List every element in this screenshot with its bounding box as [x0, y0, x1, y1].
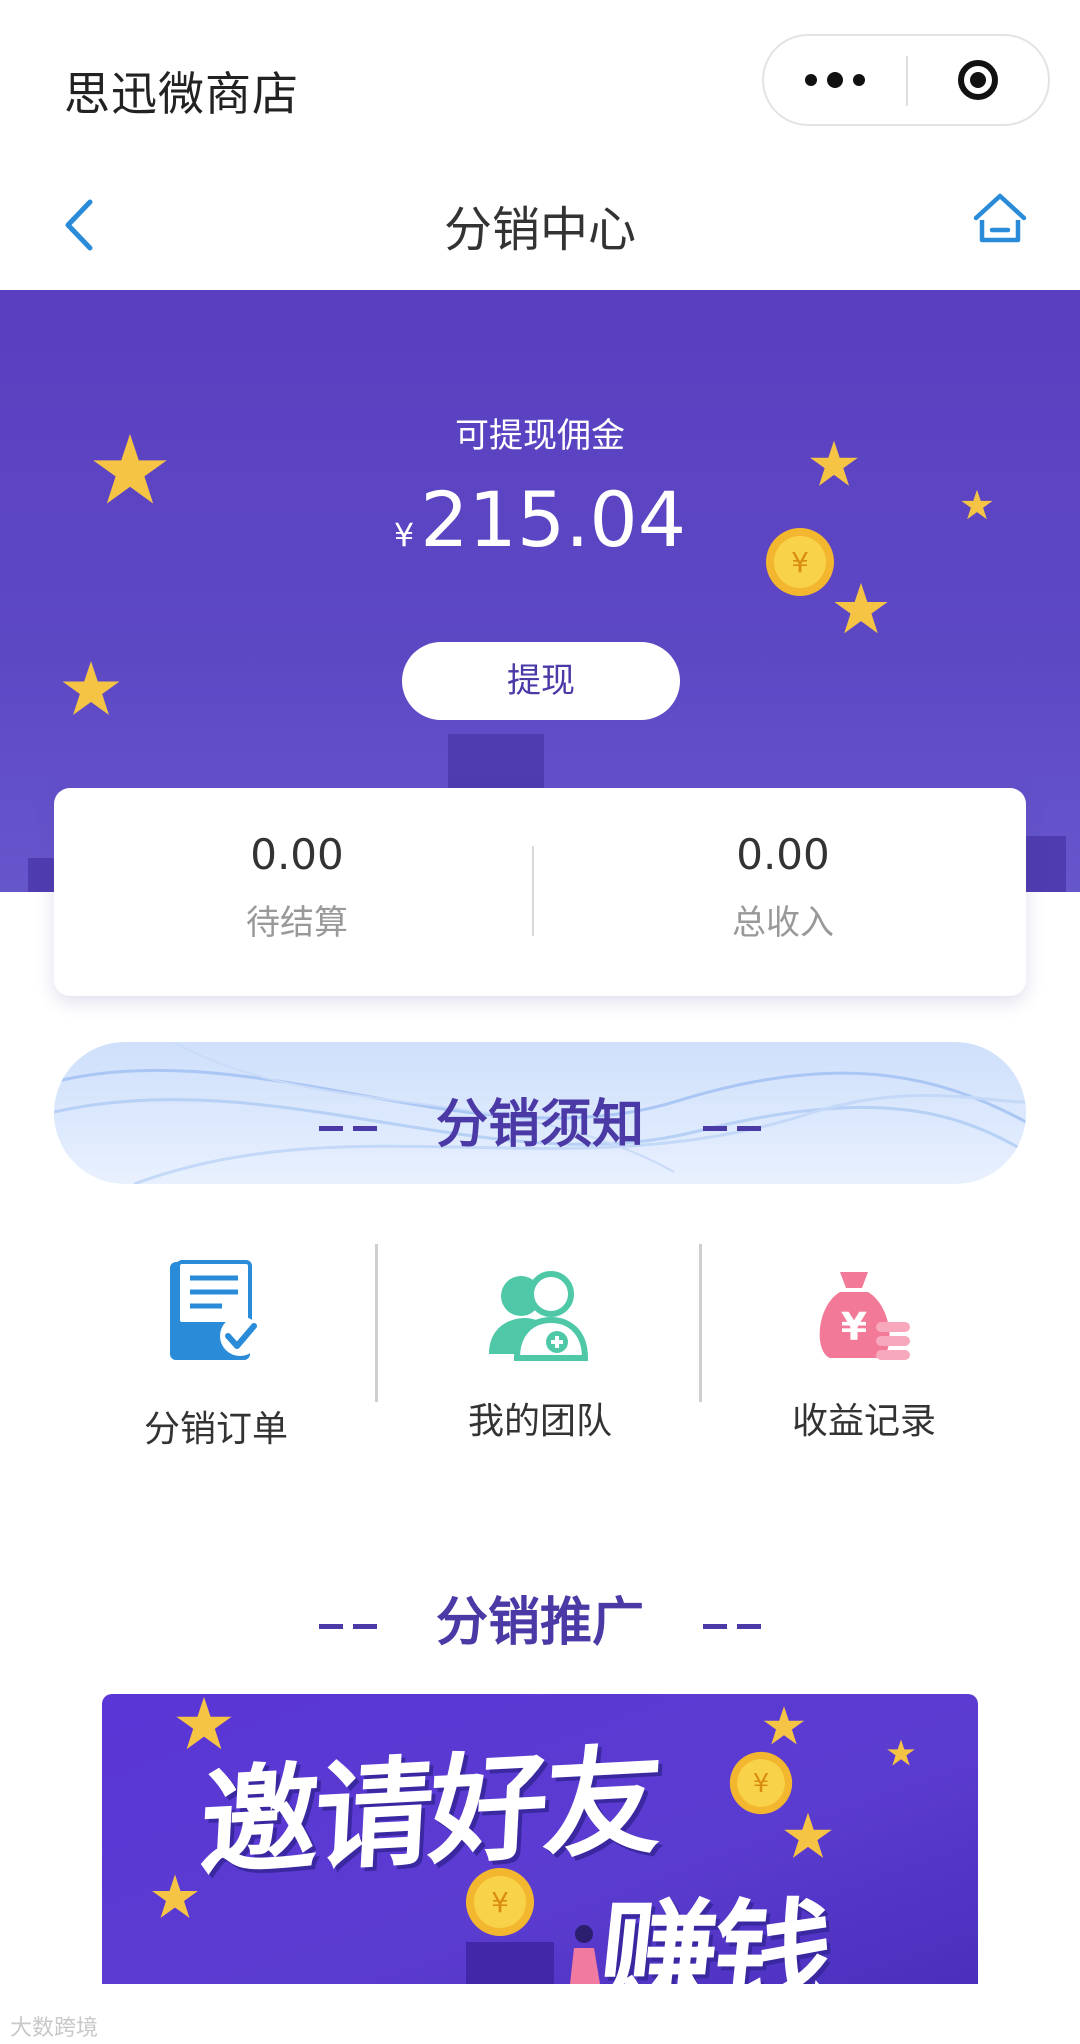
total-income-stat: 0.00 总收入 — [540, 788, 1026, 996]
watermark: 大数跨境 — [10, 2016, 99, 2041]
notice-title: 分销须知 — [54, 1082, 1026, 1157]
building-silhouette — [1024, 836, 1066, 892]
team-add-icon — [489, 1271, 589, 1361]
distribution-notice-banner[interactable]: 分销须知 — [54, 1042, 1026, 1184]
withdrawable-label: 可提现佣金 — [455, 416, 625, 456]
withdraw-button[interactable]: 提现 — [402, 642, 680, 720]
banner-headline: 邀请好友 — [196, 1731, 663, 1893]
stats-card: 0.00 待结算 0.00 总收入 — [54, 788, 1026, 996]
stat-value: 0.00 — [736, 830, 830, 879]
navigation-bar: 分销中心 — [0, 160, 1080, 290]
promotion-section-title: 分销推广 — [0, 1580, 1080, 1655]
coin-icon: ¥ — [466, 1868, 534, 1936]
order-check-icon — [170, 1260, 260, 1360]
invite-friends-banner[interactable]: 邀请好友 赚钱 ¥ ¥ — [102, 1694, 978, 1984]
coin-symbol: ¥ — [753, 1769, 769, 1799]
stat-value: 0.00 — [250, 830, 344, 879]
more-options-button[interactable] — [764, 36, 906, 124]
menu-item-my-team[interactable]: 我的团队 — [378, 1210, 702, 1490]
banner-subline: 赚钱 — [591, 1887, 835, 1984]
more-dot-icon — [853, 74, 865, 86]
pending-settlement-stat: 0.00 待结算 — [54, 788, 540, 996]
star-icon — [834, 582, 888, 634]
star-icon — [62, 661, 120, 716]
coin-symbol: ¥ — [491, 1886, 509, 1919]
stats-divider — [532, 846, 534, 936]
home-icon[interactable] — [970, 186, 1030, 256]
menu-item-label: 收益记录 — [791, 1401, 936, 1442]
menu-item-distribution-orders[interactable]: 分销订单 — [54, 1210, 378, 1490]
withdrawable-amount: ¥215.04 — [0, 475, 1080, 564]
notice-title-text: 分销须知 — [435, 1095, 644, 1155]
stat-label: 待结算 — [246, 903, 348, 943]
menu-item-label: 分销订单 — [143, 1409, 288, 1450]
person-figure-icon — [570, 1925, 600, 1984]
close-mini-program-button[interactable] — [908, 36, 1048, 124]
function-menu: 分销订单 我的团队 ¥ 收益记录 — [0, 1210, 1080, 1490]
money-bag-icon: ¥ — [819, 1272, 910, 1360]
star-icon — [887, 1739, 915, 1766]
amount-value: 215.04 — [420, 475, 687, 564]
building-silhouette — [466, 1942, 554, 1984]
stat-label: 总收入 — [732, 903, 834, 943]
svg-text:¥: ¥ — [841, 1305, 867, 1349]
more-dot-icon — [827, 72, 843, 88]
app-title: 思迅微商店 — [64, 67, 299, 121]
star-icon — [784, 1812, 832, 1858]
mini-program-top-bar: 思迅微商店 — [0, 0, 1080, 160]
page-title: 分销中心 — [443, 202, 636, 258]
more-dot-icon — [805, 74, 817, 86]
menu-item-label: 我的团队 — [467, 1401, 612, 1442]
target-icon — [958, 60, 998, 100]
currency-symbol: ¥ — [393, 516, 415, 554]
capsule-menu — [762, 34, 1050, 126]
menu-item-earnings-records[interactable]: ¥ 收益记录 — [702, 1210, 1026, 1490]
star-icon — [152, 1874, 198, 1918]
promotion-title-text: 分销推广 — [435, 1593, 644, 1653]
star-icon — [763, 1706, 805, 1745]
coin-icon: ¥ — [729, 1751, 793, 1815]
